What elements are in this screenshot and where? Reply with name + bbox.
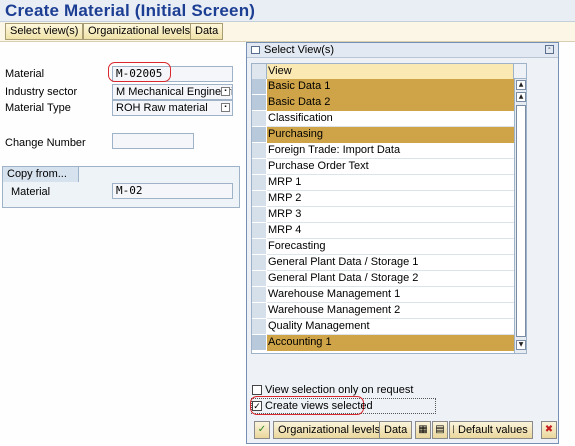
check-icon[interactable]: ✓ [254,421,270,439]
change-number-label: Change Number [5,137,86,149]
table-row[interactable]: Purchase Order Text [252,159,514,175]
row-selector[interactable] [252,95,267,111]
create-views-option[interactable]: ✓ Create views selected [252,400,432,413]
view-name-cell[interactable]: MRP 2 [267,191,514,207]
table-row[interactable]: Basic Data 1 [252,79,514,95]
row-selector[interactable] [252,255,267,271]
row-selector[interactable] [252,191,267,207]
view-name-cell[interactable]: MRP 1 [267,175,514,191]
view-selection-checkbox[interactable] [252,385,262,395]
material-highlight [108,62,171,82]
view-name-cell[interactable]: MRP 3 [267,207,514,223]
table-row[interactable]: Warehouse Management 2 [252,303,514,319]
vertical-scrollbar[interactable]: ▲ ▲ ▼ [514,79,526,353]
view-name-cell[interactable]: Purchasing [267,127,514,143]
data-footer-button[interactable]: Data [379,421,413,439]
material-type-value: ROH Raw material [116,102,208,114]
dialog-title-text: Select View(s) [264,44,335,56]
table-row[interactable]: MRP 4 [252,223,514,239]
copy-material-label: Material [11,186,51,198]
row-selector[interactable] [252,303,267,319]
close-icon[interactable]: ▫ [545,45,554,54]
industry-sector-label: Industry sector [5,86,78,98]
table-row[interactable]: General Plant Data / Storage 1 [252,255,514,271]
title-bar: Create Material (Initial Screen) [0,0,575,22]
view-name-cell[interactable]: General Plant Data / Storage 1 [267,255,514,271]
row-selector[interactable] [252,287,267,303]
data-button[interactable]: Data [190,23,224,40]
view-name-cell[interactable]: General Plant Data / Storage 2 [267,271,514,287]
deselect-all-icon[interactable]: ▤ [432,421,448,439]
select-all-icon[interactable]: ▦ [415,421,431,439]
row-selector[interactable] [252,239,267,255]
table-row[interactable]: Basic Data 2 [252,95,514,111]
select-views-button[interactable]: Select view(s) [5,23,84,40]
scrollbar-thumb[interactable] [516,105,526,337]
row-selector[interactable] [252,111,267,127]
default-values-button[interactable]: Default values [454,421,533,439]
page-title: Create Material (Initial Screen) [5,1,256,20]
table-row[interactable]: Accounting 1 [252,335,514,351]
material-label: Material [5,68,45,80]
view-name-cell[interactable]: Forecasting [267,239,514,255]
column-header-view[interactable]: View [267,64,514,79]
table-row[interactable]: Classification [252,111,514,127]
material-type-select[interactable]: ROH Raw material ▪ [112,100,233,116]
table-row[interactable]: MRP 2 [252,191,514,207]
view-name-cell[interactable]: Warehouse Management 2 [267,303,514,319]
org-levels-footer-button[interactable]: Organizational levels [273,421,386,439]
table-header: View [252,64,526,79]
view-name-cell[interactable]: Purchase Order Text [267,159,514,175]
view-name-cell[interactable]: Accounting 1 [267,335,514,351]
view-name-cell[interactable]: Foreign Trade: Import Data [267,143,514,159]
application-toolbar: Select view(s) Organizational levels Dat… [0,22,575,42]
industry-sector-select[interactable]: M Mechanical Engineeri ▪ [112,84,233,100]
copy-from-title: Copy from... [3,167,79,182]
scroll-up-arrow-icon[interactable]: ▲ [516,80,526,90]
copy-material-input[interactable]: M-02 [112,183,233,199]
row-selector[interactable] [252,127,267,143]
cancel-icon[interactable]: ✖ [541,421,557,439]
row-selector[interactable] [252,223,267,239]
view-name-cell[interactable]: Warehouse Management 1 [267,287,514,303]
row-selector[interactable] [252,207,267,223]
scroll-down-arrow-icon[interactable]: ▼ [516,340,526,350]
row-selector[interactable] [252,79,267,95]
dialog-window-icon [251,46,260,54]
row-selector[interactable] [252,319,267,335]
row-selector[interactable] [252,159,267,175]
view-name-cell[interactable]: Basic Data 2 [267,95,514,111]
view-selection-label: View selection only on request [265,384,414,396]
table-row[interactable]: General Plant Data / Storage 2 [252,271,514,287]
dialog-title: Select View(s) ▫ [247,43,558,58]
views-table: View Basic Data 1 Basic Data 2 Classificat… [251,63,527,354]
change-number-input[interactable] [112,133,194,149]
view-name-cell[interactable]: Classification [267,111,514,127]
create-views-checkbox[interactable]: ✓ [252,401,262,411]
dropdown-help-icon[interactable]: ▪ [221,87,230,96]
view-name-cell[interactable]: Quality Management [267,319,514,335]
create-views-label: Create views selected [265,400,373,412]
row-selector[interactable] [252,143,267,159]
dialog-footer: ✓ Organizational levels Data ▦ ▤ ▣ Defau… [251,421,558,439]
dropdown-help-icon[interactable]: ▪ [221,103,230,112]
table-row[interactable]: Foreign Trade: Import Data [252,143,514,159]
material-type-label: Material Type [5,102,71,114]
row-selector[interactable] [252,335,267,351]
table-row[interactable]: Purchasing [252,127,514,143]
row-selector[interactable] [252,271,267,287]
organizational-levels-button[interactable]: Organizational levels [83,23,196,40]
row-selector[interactable] [252,175,267,191]
industry-sector-value: M Mechanical Engineeri [116,86,233,98]
table-row[interactable]: MRP 1 [252,175,514,191]
view-name-cell[interactable]: Basic Data 1 [267,79,514,95]
select-all-column-header[interactable] [252,64,267,79]
table-row[interactable]: MRP 3 [252,207,514,223]
scroll-page-up-icon[interactable]: ▲ [516,92,526,102]
view-name-cell[interactable]: MRP 4 [267,223,514,239]
table-row[interactable]: Quality Management [252,319,514,335]
table-row[interactable]: Forecasting [252,239,514,255]
table-row[interactable]: Warehouse Management 1 [252,287,514,303]
